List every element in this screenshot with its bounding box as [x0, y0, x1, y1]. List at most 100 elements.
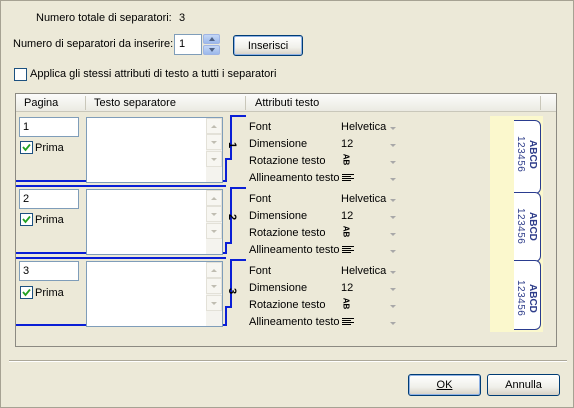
first-page-label: Prima [35, 214, 64, 226]
chevron-up-icon [211, 196, 217, 200]
size-value[interactable]: 12 [341, 210, 353, 222]
alignment-dropdown-icon[interactable] [390, 250, 396, 253]
scroll-middle-button[interactable] [206, 278, 222, 294]
alignment-label: Allineamento testo [249, 244, 340, 256]
arrow-down-icon [208, 48, 215, 52]
size-value[interactable]: 12 [341, 138, 353, 150]
page-number-input[interactable]: 1 [19, 117, 79, 137]
font-label: Font [249, 193, 272, 205]
preview-tab-title: ABCD [527, 140, 538, 169]
insert-count-label: Numero di separatori da inserire: [13, 38, 174, 50]
spin-down-button[interactable] [203, 45, 220, 55]
ok-button[interactable]: OK [408, 374, 481, 396]
scroll-up-button[interactable] [206, 118, 222, 134]
rotation-dropdown-icon[interactable] [390, 305, 396, 308]
rotation-icon[interactable]: AB [341, 154, 350, 166]
rotation-label: Rotazione testo [249, 155, 326, 167]
font-label: Font [249, 121, 272, 133]
alignment-dropdown-icon[interactable] [390, 322, 396, 325]
rotation-dropdown-icon[interactable] [390, 233, 396, 236]
size-dropdown-icon[interactable] [390, 288, 396, 291]
text-scrollbar[interactable] [206, 118, 222, 182]
size-label: Dimensione [249, 210, 308, 222]
tab-number: 2 [226, 213, 239, 221]
column-header-attributes: Attributi testo [255, 97, 320, 109]
chevron-down-icon [211, 157, 217, 161]
total-separators-value: 3 [179, 12, 186, 24]
apply-all-label: Applica gli stessi attributi di testo a … [30, 68, 277, 80]
separator-row: 1 Prima 1 Font Helvetica Dimensione 12 R… [16, 113, 490, 185]
rotation-label: Rotazione testo [249, 227, 326, 239]
font-value[interactable]: Helvetica [341, 265, 386, 277]
checkmark-icon [22, 288, 31, 297]
spin-up-button[interactable] [203, 34, 220, 44]
preview-tab-digits: 123456 [515, 208, 526, 245]
arrow-up-icon [208, 37, 215, 41]
insert-count-input[interactable]: 1 [174, 34, 202, 55]
preview-tab-digits: 123456 [515, 136, 526, 173]
chevron-down-icon [211, 212, 217, 216]
column-divider[interactable] [540, 96, 541, 110]
size-label: Dimensione [249, 138, 308, 150]
size-dropdown-icon[interactable] [390, 216, 396, 219]
first-page-checkbox[interactable] [20, 213, 33, 226]
first-page-label: Prima [35, 142, 64, 154]
grid-header: Pagina Testo separatore Attributi testo [16, 94, 556, 112]
size-label: Dimensione [249, 282, 308, 294]
chevron-up-icon [211, 124, 217, 128]
tab-number: 3 [226, 287, 239, 295]
scroll-down-button[interactable] [206, 295, 222, 311]
chevron-up-icon [211, 268, 217, 272]
page-number-input[interactable]: 2 [19, 189, 79, 209]
font-dropdown-icon[interactable] [390, 199, 396, 202]
rotation-icon[interactable]: AB [341, 226, 350, 238]
separator-text-area[interactable] [86, 261, 223, 327]
scroll-middle-button[interactable] [206, 134, 222, 150]
alignment-label: Allineamento testo [249, 316, 340, 328]
separator-dialog: Numero totale di separatori: 3 Numero di… [0, 0, 574, 408]
chevron-down-icon [211, 301, 217, 305]
size-dropdown-icon[interactable] [390, 144, 396, 147]
text-scrollbar[interactable] [206, 190, 222, 254]
separator-row: 2 Prima 2 Font Helvetica Dimensione 12 R… [16, 185, 490, 257]
separator-text-area[interactable] [86, 189, 223, 255]
font-value[interactable]: Helvetica [341, 121, 386, 133]
apply-all-checkbox[interactable] [14, 68, 27, 81]
total-separators-label: Numero totale di separatori: [36, 12, 172, 24]
align-justify-icon[interactable] [342, 246, 354, 255]
text-scrollbar[interactable] [206, 262, 222, 326]
rotation-icon[interactable]: AB [341, 298, 350, 310]
insert-count-spinner [203, 34, 220, 55]
ok-button-label: OK [436, 379, 453, 391]
scroll-down-button[interactable] [206, 151, 222, 167]
cancel-button[interactable]: Annulla [487, 374, 560, 396]
alignment-dropdown-icon[interactable] [390, 178, 396, 181]
column-header-text: Testo separatore [94, 97, 176, 109]
rotation-label: Rotazione testo [249, 299, 326, 311]
separator-row: 3 Prima 3 Font Helvetica Dimensione 12 R… [16, 257, 490, 333]
insert-button[interactable]: Inserisci [233, 35, 303, 56]
align-justify-icon[interactable] [342, 174, 354, 183]
tab-number: 1 [226, 141, 239, 149]
font-dropdown-icon[interactable] [390, 127, 396, 130]
scroll-up-button[interactable] [206, 190, 222, 206]
page-number-input[interactable]: 3 [19, 261, 79, 281]
tab-preview: ABCD 123456 ABCD 123456 ABCD 123456 [490, 116, 543, 332]
footer-divider [9, 360, 567, 362]
size-value[interactable]: 12 [341, 282, 353, 294]
first-page-label: Prima [35, 287, 64, 299]
font-value[interactable]: Helvetica [341, 193, 386, 205]
align-justify-icon[interactable] [342, 318, 354, 327]
column-divider[interactable] [85, 96, 86, 110]
scroll-middle-button[interactable] [206, 206, 222, 222]
scroll-up-button[interactable] [206, 262, 222, 278]
first-page-checkbox[interactable] [20, 286, 33, 299]
rotation-dropdown-icon[interactable] [390, 161, 396, 164]
font-dropdown-icon[interactable] [390, 271, 396, 274]
separator-text-area[interactable] [86, 117, 223, 183]
checkmark-icon [22, 215, 31, 224]
column-divider[interactable] [245, 96, 246, 110]
first-page-checkbox[interactable] [20, 141, 33, 154]
checkmark-icon [22, 143, 31, 152]
scroll-down-button[interactable] [206, 223, 222, 239]
